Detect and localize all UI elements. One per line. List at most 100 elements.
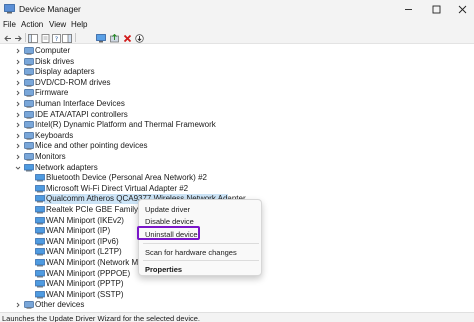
toolbar-separator bbox=[25, 33, 26, 42]
chevron-right-icon[interactable] bbox=[15, 59, 21, 65]
chevron-right-icon[interactable] bbox=[15, 80, 21, 86]
keyboard-icon bbox=[24, 131, 34, 140]
disk-drive-icon bbox=[24, 57, 34, 66]
title-bar: Device Manager bbox=[0, 0, 474, 19]
menu-separator bbox=[143, 260, 259, 261]
network-adapter-item[interactable]: WAN Miniport (IPv6) bbox=[46, 237, 119, 247]
console-tree-icon bbox=[28, 33, 38, 43]
menu-separator bbox=[143, 243, 259, 244]
download-arrow-icon bbox=[134, 33, 144, 43]
back-button[interactable] bbox=[2, 33, 12, 43]
status-bar: Launches the Update Driver Wizard for th… bbox=[0, 312, 474, 322]
network-adapter-icon bbox=[35, 269, 45, 278]
network-adapter-item[interactable]: WAN Miniport (PPTP) bbox=[46, 279, 124, 289]
tree-category-item[interactable]: Firmware bbox=[35, 88, 68, 98]
menu-action[interactable]: Action bbox=[21, 20, 43, 29]
network-adapter-item[interactable]: WAN Miniport (IP) bbox=[46, 226, 110, 236]
maximize-icon bbox=[432, 5, 440, 14]
scan-hardware-menu-item[interactable]: Scan for hardware changes bbox=[145, 248, 237, 257]
scan-hardware-toolbar-button[interactable] bbox=[96, 33, 106, 43]
mouse-icon bbox=[24, 142, 34, 151]
tree-category-network-adapters[interactable]: Network adapters bbox=[35, 163, 98, 173]
chevron-right-icon[interactable] bbox=[15, 90, 21, 96]
properties-menu-item[interactable]: Properties bbox=[145, 265, 182, 274]
computer-icon bbox=[24, 47, 34, 55]
tree-category-item[interactable]: Computer bbox=[35, 46, 70, 56]
chevron-right-icon[interactable] bbox=[15, 112, 21, 118]
network-adapter-item[interactable]: Microsoft Wi-Fi Direct Virtual Adapter #… bbox=[46, 184, 188, 194]
action-pane-button[interactable] bbox=[62, 33, 72, 43]
tree-category-item[interactable]: Human Interface Devices bbox=[35, 99, 125, 109]
firmware-icon bbox=[24, 89, 34, 98]
chevron-right-icon[interactable] bbox=[15, 69, 21, 75]
dvd-drive-icon bbox=[24, 78, 34, 87]
properties-toolbar-button[interactable] bbox=[40, 33, 50, 43]
tree-category-item[interactable]: Disk drives bbox=[35, 57, 74, 67]
display-adapter-icon bbox=[24, 68, 34, 76]
close-button[interactable] bbox=[447, 0, 474, 19]
red-x-icon bbox=[123, 34, 131, 42]
monitor-icon bbox=[24, 153, 34, 161]
tree-category-item[interactable]: Display adapters bbox=[35, 67, 95, 77]
uninstall-highlight-box bbox=[137, 226, 200, 240]
network-adapter-icon bbox=[35, 227, 45, 235]
tree-category-item[interactable]: Intel(R) Dynamic Platform and Thermal Fr… bbox=[35, 120, 216, 130]
minimize-icon bbox=[404, 9, 412, 10]
update-driver-icon bbox=[109, 33, 119, 42]
uninstall-toolbar-button[interactable] bbox=[122, 33, 132, 43]
menu-view[interactable]: View bbox=[49, 20, 66, 29]
menu-file[interactable]: File bbox=[3, 20, 16, 29]
network-adapter-item[interactable]: WAN Miniport (IKEv2) bbox=[46, 216, 124, 226]
network-adapter-icon bbox=[35, 290, 45, 299]
network-adapter-icon bbox=[35, 216, 45, 225]
tree-category-item[interactable]: Mice and other pointing devices bbox=[35, 141, 148, 151]
chevron-right-icon[interactable] bbox=[15, 302, 21, 308]
network-adapter-icon bbox=[35, 259, 45, 267]
chevron-right-icon[interactable] bbox=[15, 154, 21, 160]
tree-category-item[interactable]: DVD/CD-ROM drives bbox=[35, 78, 111, 88]
network-adapter-item[interactable]: WAN Miniport (PPPOE) bbox=[46, 269, 130, 279]
network-adapter-icon bbox=[35, 248, 45, 256]
menu-bar: File Action View Help bbox=[0, 19, 474, 31]
tree-category-item[interactable]: IDE ATA/ATAPI controllers bbox=[35, 110, 128, 120]
hid-icon bbox=[24, 100, 34, 108]
window-title: Device Manager bbox=[19, 4, 81, 14]
back-arrow-icon bbox=[3, 35, 11, 41]
chevron-right-icon[interactable] bbox=[15, 101, 21, 107]
chevron-right-icon[interactable] bbox=[15, 122, 21, 128]
thermal-framework-icon bbox=[24, 121, 34, 129]
tree-category-item[interactable]: Keyboards bbox=[35, 131, 73, 141]
network-adapter-icon bbox=[35, 174, 45, 182]
status-text: Launches the Update Driver Wizard for th… bbox=[2, 314, 201, 322]
update-driver-menu-item[interactable]: Update driver bbox=[145, 205, 190, 214]
chevron-right-icon[interactable] bbox=[15, 133, 21, 139]
device-manager-icon bbox=[4, 4, 15, 14]
properties-sheet-icon bbox=[41, 33, 49, 43]
chevron-down-icon[interactable] bbox=[15, 165, 21, 171]
minimize-button[interactable] bbox=[393, 0, 423, 19]
tree-category-item[interactable]: Other devices bbox=[35, 300, 84, 310]
toolbar: ? bbox=[0, 31, 474, 44]
network-adapter-item[interactable]: WAN Miniport (L2TP) bbox=[46, 247, 122, 257]
enable-device-toolbar-button[interactable] bbox=[134, 33, 144, 43]
network-adapter-icon bbox=[24, 163, 34, 172]
menu-help[interactable]: Help bbox=[71, 20, 87, 29]
svg-text:?: ? bbox=[54, 35, 57, 43]
chevron-right-icon[interactable] bbox=[15, 143, 21, 149]
close-icon bbox=[458, 5, 466, 14]
network-adapter-icon bbox=[35, 206, 45, 214]
network-adapter-item[interactable]: Bluetooth Device (Personal Area Network)… bbox=[46, 173, 207, 183]
network-adapter-icon bbox=[35, 195, 45, 203]
network-adapter-item[interactable]: WAN Miniport (SSTP) bbox=[46, 290, 124, 300]
help-toolbar-button[interactable]: ? bbox=[51, 33, 61, 43]
toolbar-separator bbox=[75, 33, 76, 42]
ide-controller-icon bbox=[24, 110, 34, 119]
disable-device-menu-item[interactable]: Disable device bbox=[145, 217, 194, 226]
forward-arrow-icon bbox=[14, 35, 22, 41]
network-adapter-icon bbox=[35, 184, 45, 193]
update-driver-toolbar-button[interactable] bbox=[109, 33, 119, 43]
chevron-right-icon[interactable] bbox=[15, 48, 21, 54]
forward-button[interactable] bbox=[13, 33, 23, 43]
tree-category-item[interactable]: Monitors bbox=[35, 152, 66, 162]
show-hide-console-tree-button[interactable] bbox=[28, 33, 38, 43]
